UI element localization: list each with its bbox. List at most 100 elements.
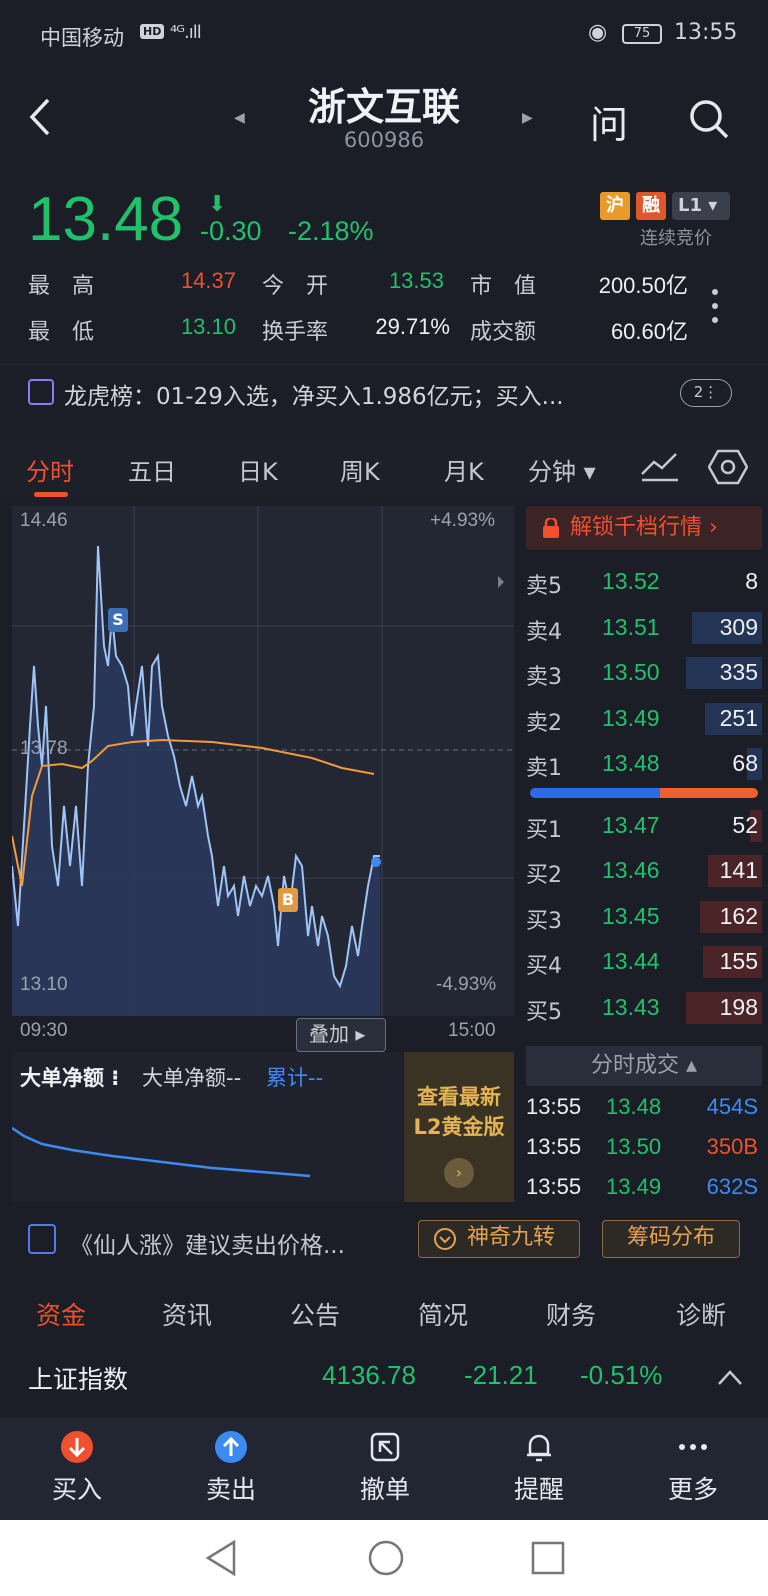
- bid-price: 13.43: [602, 994, 660, 1020]
- more-label: 更多: [667, 1475, 718, 1504]
- tab-five-day[interactable]: 五日: [128, 452, 176, 487]
- ask-button[interactable]: 问: [590, 94, 628, 149]
- bid-row[interactable]: 买4 13.44 155: [526, 940, 762, 984]
- ask-row[interactable]: 卖2 13.49 251: [526, 697, 762, 741]
- ask-vol: 251: [719, 705, 758, 731]
- margin-tag: 融: [636, 192, 666, 220]
- ask-label: 卖5: [526, 574, 562, 599]
- more-button[interactable]: 更多: [616, 1418, 768, 1520]
- ask-row[interactable]: 卖4 13.51 309: [526, 606, 762, 650]
- nav-back-icon[interactable]: [204, 1538, 240, 1578]
- chevron-up-icon[interactable]: [716, 1368, 744, 1388]
- price-change: -0.30: [200, 216, 262, 246]
- bid-row[interactable]: 买1 13.47 52: [526, 804, 762, 848]
- more-vertical-icon[interactable]: [710, 286, 720, 326]
- bid-price: 13.45: [602, 903, 660, 929]
- tab-diagnosis[interactable]: 诊断: [676, 1296, 726, 1332]
- big-order-title[interactable]: 大单净额 ⁝: [20, 1062, 119, 1092]
- dragon-tiger-count-badge[interactable]: 2⋮: [680, 379, 732, 407]
- bid-vol: 155: [719, 948, 758, 974]
- tab-financials[interactable]: 财务: [546, 1296, 596, 1332]
- ask-label: 卖4: [526, 620, 562, 645]
- chart-time-end: 15:00: [448, 1020, 496, 1041]
- ask-price: 13.49: [602, 705, 660, 731]
- tab-news[interactable]: 资讯: [162, 1296, 212, 1332]
- buy-button[interactable]: 买入: [0, 1418, 154, 1520]
- ask-row[interactable]: 卖5 13.52 8: [526, 560, 762, 604]
- search-icon[interactable]: [688, 98, 730, 140]
- hd-icon: HD: [140, 24, 165, 39]
- bid-row[interactable]: 买2 13.46 141: [526, 849, 762, 893]
- overlay-button[interactable]: 叠加 ▸: [296, 1018, 386, 1052]
- unlock-depth-button[interactable]: 解锁千档行情 ›: [526, 506, 762, 550]
- buy-signal-marker[interactable]: B: [278, 888, 298, 912]
- big-order-cumulative: 累计--: [266, 1066, 324, 1090]
- expand-arrow-icon[interactable]: [498, 576, 504, 588]
- tab-profile[interactable]: 简况: [418, 1296, 468, 1332]
- bid-row[interactable]: 买3 13.45 162: [526, 895, 762, 939]
- bell-icon: [527, 1434, 551, 1462]
- tick-row: 13:55 13.50 350B: [526, 1134, 762, 1174]
- cancel-order-button[interactable]: 撤单: [308, 1418, 462, 1520]
- tab-weekly-k[interactable]: 周K: [340, 452, 380, 487]
- ticks-header-toggle[interactable]: 分时成交 ▴: [526, 1046, 762, 1086]
- tick-time: 13:55: [526, 1174, 582, 1199]
- big-order-line: [12, 1126, 311, 1178]
- ask-row[interactable]: 卖1 13.48 68: [526, 742, 762, 786]
- nine-turn-button[interactable]: 神奇九转: [418, 1220, 580, 1258]
- bid-row[interactable]: 买5 13.43 198: [526, 986, 762, 1030]
- tab-daily-k[interactable]: 日K: [238, 452, 278, 487]
- tick-time: 13:55: [526, 1094, 582, 1119]
- ask-label: 卖2: [526, 711, 562, 736]
- system-nav-bar: [0, 1520, 768, 1596]
- tab-monthly-k[interactable]: 月K: [444, 452, 484, 487]
- tick-row: 13:55 13.48 454S: [526, 1094, 762, 1134]
- level-selector[interactable]: L1 ▾: [672, 192, 730, 220]
- sell-signal-marker[interactable]: S: [108, 608, 128, 632]
- tab-intraday[interactable]: 分时: [26, 452, 74, 487]
- tick-time: 13:55: [526, 1134, 582, 1159]
- ask-vol: 335: [719, 659, 758, 685]
- settings-icon[interactable]: [708, 448, 748, 486]
- tab-funds[interactable]: 资金: [36, 1296, 86, 1332]
- stat-amount-label: 成交额: [470, 320, 537, 345]
- session-status: 连续竞价: [640, 228, 712, 249]
- ask-vol: 68: [732, 750, 758, 776]
- stock-name: 浙文互联: [307, 85, 460, 129]
- alert-label: 提醒: [513, 1475, 564, 1504]
- next-stock-icon[interactable]: ▶: [522, 110, 533, 126]
- bid-price: 13.47: [602, 812, 660, 838]
- nav-recents-icon[interactable]: [530, 1540, 566, 1576]
- current-price: 13.48: [28, 185, 184, 254]
- ask-row[interactable]: 卖3 13.50 335: [526, 651, 762, 695]
- ask-price: 13.50: [602, 659, 660, 685]
- l2-arrow-icon[interactable]: ›: [444, 1158, 474, 1188]
- sell-button[interactable]: 卖出: [154, 1418, 308, 1520]
- stat-mktcap-label: 市 值: [470, 274, 537, 299]
- dragon-tiger-text: 龙虎榜：01-29入选，净买入1.986亿元；买入...: [64, 384, 564, 410]
- bid-label: 买4: [526, 954, 562, 979]
- level-label: L1: [678, 195, 702, 216]
- stat-open-value: 13.53: [388, 268, 444, 293]
- latest-point-marker: [371, 857, 381, 867]
- index-name: 上证指数: [28, 1365, 129, 1394]
- indicator-icon[interactable]: [640, 450, 680, 484]
- tab-announcements[interactable]: 公告: [290, 1296, 340, 1332]
- stat-mktcap-value: 200.50亿: [598, 273, 688, 298]
- status-time: 13:55: [674, 20, 738, 45]
- nav-home-icon[interactable]: [366, 1538, 406, 1578]
- chip-distribution-button[interactable]: 筹码分布: [602, 1220, 740, 1258]
- nine-turn-label: 神奇九转: [467, 1225, 556, 1250]
- bid-vol: 52: [732, 812, 758, 838]
- l2-promo-text[interactable]: 查看最新 L2黄金版: [404, 1082, 514, 1142]
- alert-button[interactable]: 提醒: [462, 1418, 616, 1520]
- price-change-pct: -2.18%: [288, 216, 374, 246]
- strategy-text[interactable]: 《仙人涨》建议卖出价格...: [70, 1226, 345, 1260]
- big-order-net: 大单净额--: [142, 1066, 242, 1090]
- bid-label: 买2: [526, 863, 562, 888]
- dragon-tiger-banner[interactable]: 龙虎榜：01-29入选，净买入1.986亿元；买入... 2⋮: [0, 364, 768, 422]
- tab-minute[interactable]: 分钟 ▾: [528, 452, 596, 487]
- tick-vol: 632S: [706, 1174, 758, 1199]
- chart-y-min: 13.10: [20, 974, 68, 995]
- tick-row: 13:55 13.49 632S: [526, 1174, 762, 1214]
